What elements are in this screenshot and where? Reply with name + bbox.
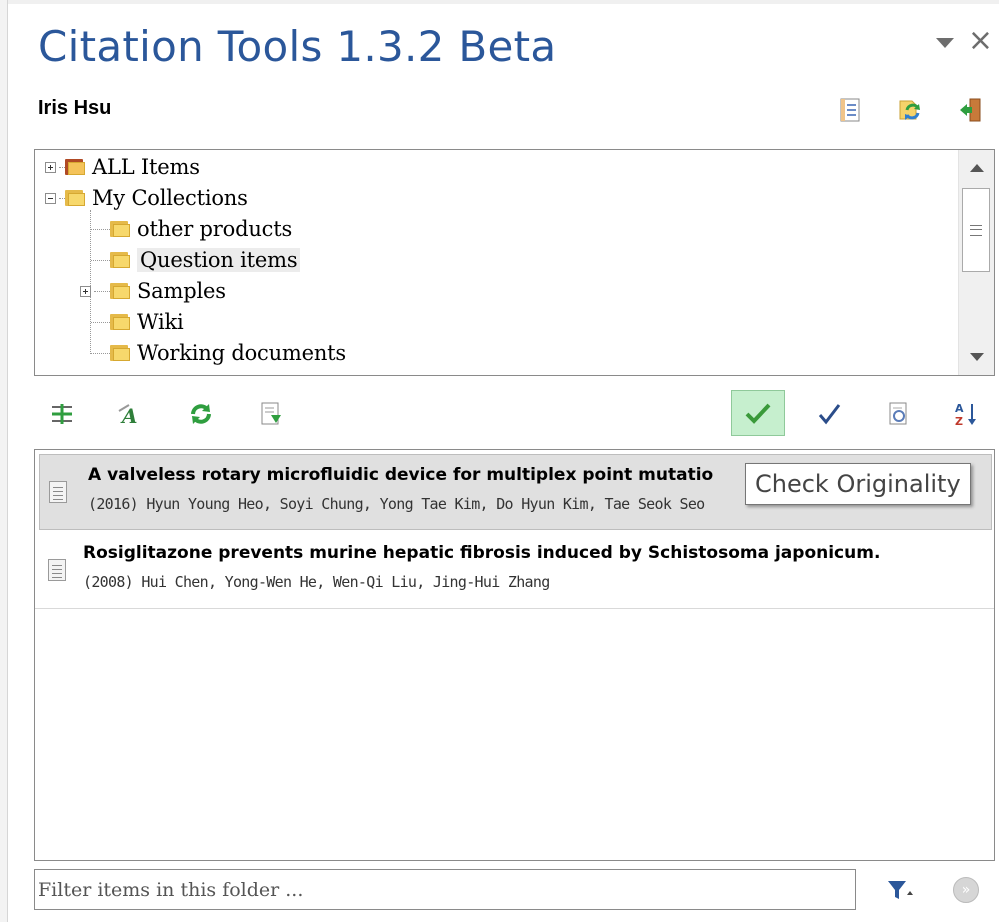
document-preview-icon[interactable] bbox=[884, 399, 914, 429]
expand-icon[interactable] bbox=[80, 285, 91, 297]
tree-scrollbar[interactable] bbox=[958, 150, 994, 375]
folder-icon bbox=[110, 283, 130, 299]
window-top-edge bbox=[0, 0, 999, 4]
insert-citation-icon[interactable] bbox=[47, 399, 77, 429]
tree-connector bbox=[94, 290, 110, 292]
tooltip: Check Originality bbox=[745, 463, 971, 505]
tree-item-wiki[interactable]: Wiki bbox=[91, 307, 184, 337]
item-meta: (2008) Hui Chen, Yong-Wen He, Wen-Qi Liu… bbox=[83, 573, 550, 591]
folder-icon bbox=[110, 252, 130, 268]
expand-icon[interactable] bbox=[45, 161, 56, 173]
tree-item-all-items[interactable]: ALL Items bbox=[45, 152, 200, 182]
tree-item-working-documents[interactable]: Working documents bbox=[91, 338, 346, 368]
check-icon[interactable] bbox=[814, 399, 844, 429]
check-originality-icon bbox=[745, 403, 771, 424]
tree-item-label: Samples bbox=[137, 279, 226, 303]
folder-icon bbox=[110, 345, 130, 361]
panel-title: Citation Tools 1.3.2 Beta bbox=[38, 22, 557, 71]
all-items-folder-icon bbox=[65, 159, 85, 175]
tree-connector bbox=[91, 321, 110, 323]
filter-field[interactable] bbox=[34, 869, 856, 910]
tree-connector bbox=[91, 259, 110, 261]
format-text-icon[interactable]: A bbox=[116, 399, 146, 429]
sort-az-icon[interactable]: AZ bbox=[952, 399, 982, 429]
tree-item-label: My Collections bbox=[92, 186, 248, 210]
tree-item-question-items[interactable]: Question items bbox=[91, 245, 301, 275]
item-meta: (2016) Hyun Young Heo, Soyi Chung, Yong … bbox=[88, 495, 705, 513]
tree-item-other-products[interactable]: other products bbox=[91, 214, 292, 244]
close-icon[interactable]: × bbox=[968, 26, 993, 56]
scroll-thumb[interactable] bbox=[962, 188, 990, 272]
svg-text:Z: Z bbox=[955, 415, 963, 427]
folder-icon bbox=[65, 190, 85, 206]
item-title: A valveless rotary microfluidic device f… bbox=[88, 465, 714, 485]
collapse-icon[interactable] bbox=[45, 192, 56, 204]
scroll-up-arrow-icon[interactable] bbox=[970, 164, 984, 172]
document-list-icon[interactable] bbox=[837, 97, 863, 123]
grip-icon bbox=[970, 224, 982, 236]
tree-connector bbox=[91, 352, 110, 354]
collections-tree[interactable]: ALL Items My Collections other products … bbox=[34, 149, 995, 376]
filter-funnel-icon[interactable] bbox=[887, 878, 915, 902]
svg-text:A: A bbox=[955, 402, 964, 415]
go-arrow-icon[interactable]: » bbox=[953, 877, 979, 903]
export-document-icon[interactable] bbox=[256, 399, 286, 429]
item-title: Rosiglitazone prevents murine hepatic fi… bbox=[83, 543, 881, 563]
tree-item-label: Question items bbox=[137, 248, 301, 272]
document-icon bbox=[49, 481, 67, 503]
folder-icon bbox=[110, 221, 130, 237]
tree-item-label: other products bbox=[137, 217, 293, 241]
scroll-down-arrow-icon[interactable] bbox=[970, 353, 984, 361]
filter-input[interactable] bbox=[35, 870, 855, 909]
tree-item-label: Working documents bbox=[137, 341, 346, 365]
refresh-icon[interactable] bbox=[186, 399, 216, 429]
pane-splitter[interactable] bbox=[0, 0, 8, 922]
reference-list[interactable]: A valveless rotary microfluidic device f… bbox=[34, 449, 995, 861]
list-item[interactable]: Rosiglitazone prevents murine hepatic fi… bbox=[35, 533, 994, 609]
header-toolbar bbox=[837, 97, 983, 123]
folder-icon bbox=[110, 314, 130, 330]
logout-door-icon[interactable] bbox=[957, 97, 983, 123]
tree-item-my-collections[interactable]: My Collections bbox=[45, 183, 248, 213]
panel-controls: × bbox=[935, 26, 993, 56]
tree-item-label: Wiki bbox=[137, 310, 184, 334]
tree-item-samples[interactable]: Samples bbox=[80, 276, 226, 306]
sync-icon[interactable] bbox=[897, 97, 923, 123]
tree-item-label: ALL Items bbox=[92, 155, 200, 179]
document-icon bbox=[48, 559, 66, 581]
tree-connector bbox=[91, 228, 110, 230]
panel-menu-dropdown-icon[interactable] bbox=[935, 38, 954, 48]
check-originality-button[interactable] bbox=[731, 390, 785, 436]
user-name: Iris Hsu bbox=[38, 97, 112, 119]
svg-text:A: A bbox=[120, 404, 138, 427]
